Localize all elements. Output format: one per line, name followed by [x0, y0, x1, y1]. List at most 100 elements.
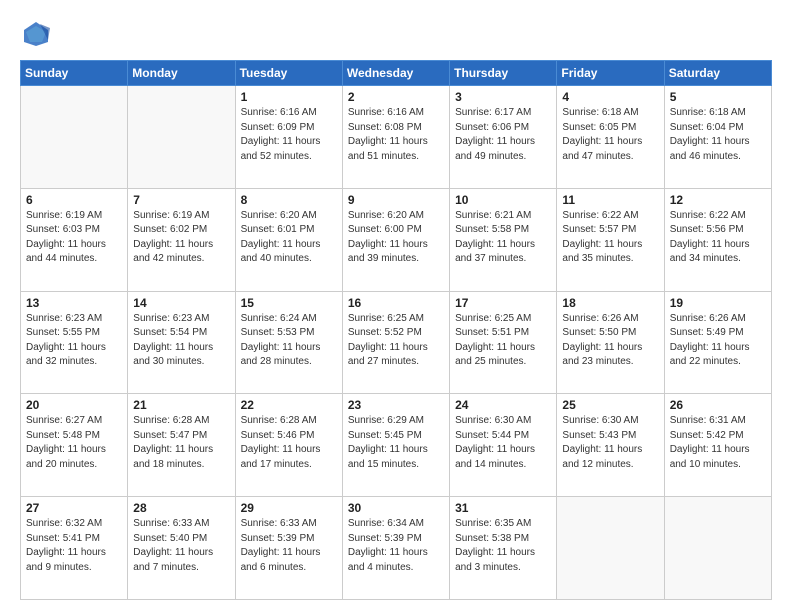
day-info: Sunrise: 6:17 AM Sunset: 6:06 PM Dayligh… [455, 106, 551, 164]
day-info: Sunrise: 6:32 AM Sunset: 5:41 PM Dayligh… [26, 517, 122, 575]
col-header-wednesday: Wednesday [342, 61, 449, 86]
day-info: Sunrise: 6:19 AM Sunset: 6:03 PM Dayligh… [26, 209, 122, 267]
table-row: 20 Sunrise: 6:27 AM Sunset: 5:48 PM Dayli… [21, 394, 128, 497]
day-number: 24 [455, 398, 551, 412]
col-header-tuesday: Tuesday [235, 61, 342, 86]
day-number: 7 [133, 193, 229, 207]
day-number: 13 [26, 296, 122, 310]
day-number: 23 [348, 398, 444, 412]
day-number: 31 [455, 501, 551, 515]
day-number: 29 [241, 501, 337, 515]
table-row: 5 Sunrise: 6:18 AM Sunset: 6:04 PM Daylig… [664, 86, 771, 189]
day-number: 10 [455, 193, 551, 207]
day-info: Sunrise: 6:34 AM Sunset: 5:39 PM Dayligh… [348, 517, 444, 575]
table-row: 6 Sunrise: 6:19 AM Sunset: 6:03 PM Daylig… [21, 188, 128, 291]
table-row: 12 Sunrise: 6:22 AM Sunset: 5:56 PM Dayli… [664, 188, 771, 291]
day-number: 22 [241, 398, 337, 412]
day-info: Sunrise: 6:16 AM Sunset: 6:09 PM Dayligh… [241, 106, 337, 164]
day-number: 15 [241, 296, 337, 310]
table-row: 13 Sunrise: 6:23 AM Sunset: 5:55 PM Dayli… [21, 291, 128, 394]
header [20, 18, 772, 50]
day-info: Sunrise: 6:25 AM Sunset: 5:52 PM Dayligh… [348, 312, 444, 370]
day-number: 28 [133, 501, 229, 515]
col-header-monday: Monday [128, 61, 235, 86]
day-info: Sunrise: 6:27 AM Sunset: 5:48 PM Dayligh… [26, 414, 122, 472]
day-number: 18 [562, 296, 658, 310]
day-info: Sunrise: 6:33 AM Sunset: 5:39 PM Dayligh… [241, 517, 337, 575]
table-row: 16Sunrise: 6:25 AM Sunset: 5:52 PM Dayli… [342, 291, 449, 394]
table-row: 9 Sunrise: 6:20 AM Sunset: 6:00 PM Daylig… [342, 188, 449, 291]
table-row: 29 Sunrise: 6:33 AM Sunset: 5:39 PM Dayli… [235, 497, 342, 600]
day-number: 1 [241, 90, 337, 104]
logo [20, 18, 54, 50]
table-row: 17 Sunrise: 6:25 AM Sunset: 5:51 PM Dayli… [450, 291, 557, 394]
day-number: 25 [562, 398, 658, 412]
day-info: Sunrise: 6:22 AM Sunset: 5:57 PM Dayligh… [562, 209, 658, 267]
day-info: Sunrise: 6:20 AM Sunset: 6:01 PM Dayligh… [241, 209, 337, 267]
day-number: 19 [670, 296, 766, 310]
day-number: 4 [562, 90, 658, 104]
col-header-thursday: Thursday [450, 61, 557, 86]
day-info: Sunrise: 6:26 AM Sunset: 5:49 PM Dayligh… [670, 312, 766, 370]
day-number: 30 [348, 501, 444, 515]
table-row: 14 Sunrise: 6:23 AM Sunset: 5:54 PM Dayli… [128, 291, 235, 394]
table-row: 7Sunrise: 6:19 AM Sunset: 6:02 PM Daylig… [128, 188, 235, 291]
col-header-sunday: Sunday [21, 61, 128, 86]
table-row: 4 Sunrise: 6:18 AM Sunset: 6:05 PM Daylig… [557, 86, 664, 189]
table-row: 19 Sunrise: 6:26 AM Sunset: 5:49 PM Dayli… [664, 291, 771, 394]
day-number: 14 [133, 296, 229, 310]
table-row: 11 Sunrise: 6:22 AM Sunset: 5:57 PM Dayli… [557, 188, 664, 291]
table-row: 15Sunrise: 6:24 AM Sunset: 5:53 PM Dayli… [235, 291, 342, 394]
table-row: 10 Sunrise: 6:21 AM Sunset: 5:58 PM Dayli… [450, 188, 557, 291]
day-number: 9 [348, 193, 444, 207]
day-info: Sunrise: 6:20 AM Sunset: 6:00 PM Dayligh… [348, 209, 444, 267]
day-info: Sunrise: 6:31 AM Sunset: 5:42 PM Dayligh… [670, 414, 766, 472]
table-row: 22 Sunrise: 6:28 AM Sunset: 5:46 PM Dayli… [235, 394, 342, 497]
day-number: 21 [133, 398, 229, 412]
day-number: 20 [26, 398, 122, 412]
day-info: Sunrise: 6:33 AM Sunset: 5:40 PM Dayligh… [133, 517, 229, 575]
day-info: Sunrise: 6:22 AM Sunset: 5:56 PM Dayligh… [670, 209, 766, 267]
page: SundayMondayTuesdayWednesdayThursdayFrid… [0, 0, 792, 612]
table-row: 27 Sunrise: 6:32 AM Sunset: 5:41 PM Dayli… [21, 497, 128, 600]
table-row: 24Sunrise: 6:30 AM Sunset: 5:44 PM Dayli… [450, 394, 557, 497]
day-info: Sunrise: 6:30 AM Sunset: 5:43 PM Dayligh… [562, 414, 658, 472]
table-row: 3 Sunrise: 6:17 AM Sunset: 6:06 PM Daylig… [450, 86, 557, 189]
day-number: 6 [26, 193, 122, 207]
day-number: 12 [670, 193, 766, 207]
table-row: 30 Sunrise: 6:34 AM Sunset: 5:39 PM Dayli… [342, 497, 449, 600]
day-info: Sunrise: 6:18 AM Sunset: 6:05 PM Dayligh… [562, 106, 658, 164]
day-info: Sunrise: 6:23 AM Sunset: 5:55 PM Dayligh… [26, 312, 122, 370]
day-info: Sunrise: 6:18 AM Sunset: 6:04 PM Dayligh… [670, 106, 766, 164]
day-info: Sunrise: 6:35 AM Sunset: 5:38 PM Dayligh… [455, 517, 551, 575]
day-number: 5 [670, 90, 766, 104]
day-number: 8 [241, 193, 337, 207]
table-row: 28 Sunrise: 6:33 AM Sunset: 5:40 PM Dayli… [128, 497, 235, 600]
table-row: 8 Sunrise: 6:20 AM Sunset: 6:01 PM Daylig… [235, 188, 342, 291]
table-row: 26Sunrise: 6:31 AM Sunset: 5:42 PM Dayli… [664, 394, 771, 497]
day-info: Sunrise: 6:29 AM Sunset: 5:45 PM Dayligh… [348, 414, 444, 472]
table-row: 23 Sunrise: 6:29 AM Sunset: 5:45 PM Dayli… [342, 394, 449, 497]
table-row [128, 86, 235, 189]
day-number: 17 [455, 296, 551, 310]
col-header-friday: Friday [557, 61, 664, 86]
day-number: 11 [562, 193, 658, 207]
table-row [664, 497, 771, 600]
day-info: Sunrise: 6:28 AM Sunset: 5:46 PM Dayligh… [241, 414, 337, 472]
col-header-saturday: Saturday [664, 61, 771, 86]
day-info: Sunrise: 6:28 AM Sunset: 5:47 PM Dayligh… [133, 414, 229, 472]
day-info: Sunrise: 6:25 AM Sunset: 5:51 PM Dayligh… [455, 312, 551, 370]
logo-icon [20, 18, 52, 50]
day-info: Sunrise: 6:16 AM Sunset: 6:08 PM Dayligh… [348, 106, 444, 164]
day-number: 3 [455, 90, 551, 104]
table-row: 25 Sunrise: 6:30 AM Sunset: 5:43 PM Dayli… [557, 394, 664, 497]
table-row [557, 497, 664, 600]
table-row: 2 Sunrise: 6:16 AM Sunset: 6:08 PM Daylig… [342, 86, 449, 189]
day-number: 27 [26, 501, 122, 515]
calendar-table: SundayMondayTuesdayWednesdayThursdayFrid… [20, 60, 772, 600]
day-info: Sunrise: 6:26 AM Sunset: 5:50 PM Dayligh… [562, 312, 658, 370]
day-number: 2 [348, 90, 444, 104]
day-info: Sunrise: 6:23 AM Sunset: 5:54 PM Dayligh… [133, 312, 229, 370]
day-info: Sunrise: 6:21 AM Sunset: 5:58 PM Dayligh… [455, 209, 551, 267]
table-row: 21 Sunrise: 6:28 AM Sunset: 5:47 PM Dayli… [128, 394, 235, 497]
